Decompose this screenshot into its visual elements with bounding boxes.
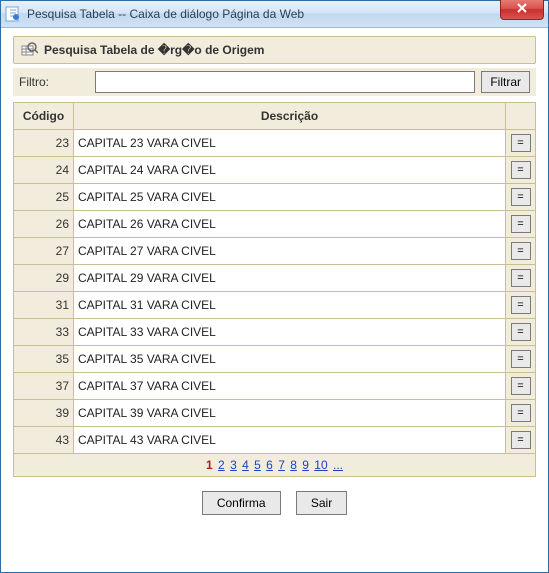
cell-code: 26	[14, 211, 74, 238]
select-row-button[interactable]: =	[511, 134, 531, 152]
cell-action: =	[506, 373, 536, 400]
table-row: 37CAPITAL 37 VARA CIVEL =	[14, 373, 536, 400]
pager-link[interactable]: 2	[218, 458, 225, 472]
select-row-button[interactable]: =	[511, 323, 531, 341]
confirm-button[interactable]: Confirma	[202, 491, 281, 515]
cell-action: =	[506, 130, 536, 157]
select-row-button[interactable]: =	[511, 404, 531, 422]
cell-code: 35	[14, 346, 74, 373]
col-header-desc: Descrição	[74, 103, 506, 130]
pager-link[interactable]: ...	[333, 458, 343, 472]
filter-input[interactable]	[95, 71, 475, 93]
pager-link[interactable]: 9	[302, 458, 309, 472]
filter-button[interactable]: Filtrar	[481, 71, 530, 93]
close-icon	[516, 3, 528, 16]
search-header-title: Pesquisa Tabela de �rg�o de Origem	[44, 43, 264, 57]
filter-row: Filtro: Filtrar	[13, 68, 536, 96]
select-row-button[interactable]: =	[511, 242, 531, 260]
ie-page-icon	[5, 6, 21, 22]
cell-code: 39	[14, 400, 74, 427]
pager-link[interactable]: 6	[266, 458, 273, 472]
table-row: 29CAPITAL 29 VARA CIVEL =	[14, 265, 536, 292]
cell-code: 33	[14, 319, 74, 346]
footer-buttons: Confirma Sair	[13, 491, 536, 515]
cell-action: =	[506, 427, 536, 454]
cell-desc: CAPITAL 24 VARA CIVEL	[74, 157, 506, 184]
select-row-button[interactable]: =	[511, 431, 531, 449]
table-row: 24CAPITAL 24 VARA CIVEL =	[14, 157, 536, 184]
cell-desc: CAPITAL 35 VARA CIVEL	[74, 346, 506, 373]
cell-code: 37	[14, 373, 74, 400]
pager-link[interactable]: 3	[230, 458, 237, 472]
pager-link[interactable]: 5	[254, 458, 261, 472]
cell-code: 24	[14, 157, 74, 184]
table-row: 33CAPITAL 33 VARA CIVEL =	[14, 319, 536, 346]
cell-action: =	[506, 238, 536, 265]
select-row-button[interactable]: =	[511, 269, 531, 287]
pager-link[interactable]: 4	[242, 458, 249, 472]
select-row-button[interactable]: =	[511, 350, 531, 368]
search-table-icon	[20, 41, 38, 59]
table-row: 25CAPITAL 25 VARA CIVEL =	[14, 184, 536, 211]
col-header-action	[506, 103, 536, 130]
cell-code: 27	[14, 238, 74, 265]
results-table: Código Descrição 23CAPITAL 23 VARA CIVEL…	[13, 102, 536, 454]
search-header: Pesquisa Tabela de �rg�o de Origem	[13, 36, 536, 64]
select-row-button[interactable]: =	[511, 296, 531, 314]
window-title: Pesquisa Tabela -- Caixa de diálogo Pági…	[27, 7, 544, 21]
pager: 1 2 3 4 5 6 7 8 9 10 ...	[13, 454, 536, 477]
pager-link[interactable]: 10	[314, 458, 327, 472]
titlebar: Pesquisa Tabela -- Caixa de diálogo Pági…	[1, 1, 548, 28]
cell-desc: CAPITAL 33 VARA CIVEL	[74, 319, 506, 346]
table-row: 39CAPITAL 39 VARA CIVEL =	[14, 400, 536, 427]
cell-action: =	[506, 265, 536, 292]
col-header-code: Código	[14, 103, 74, 130]
dialog-window: Pesquisa Tabela -- Caixa de diálogo Pági…	[0, 0, 549, 573]
table-row: 35CAPITAL 35 VARA CIVEL =	[14, 346, 536, 373]
cell-action: =	[506, 184, 536, 211]
select-row-button[interactable]: =	[511, 215, 531, 233]
cell-action: =	[506, 211, 536, 238]
table-row: 43CAPITAL 43 VARA CIVEL =	[14, 427, 536, 454]
cell-action: =	[506, 346, 536, 373]
cell-code: 43	[14, 427, 74, 454]
cell-desc: CAPITAL 31 VARA CIVEL	[74, 292, 506, 319]
cell-desc: CAPITAL 39 VARA CIVEL	[74, 400, 506, 427]
cell-desc: CAPITAL 27 VARA CIVEL	[74, 238, 506, 265]
table-row: 23CAPITAL 23 VARA CIVEL =	[14, 130, 536, 157]
exit-button[interactable]: Sair	[296, 491, 347, 515]
cell-action: =	[506, 292, 536, 319]
select-row-button[interactable]: =	[511, 377, 531, 395]
cell-code: 23	[14, 130, 74, 157]
cell-desc: CAPITAL 23 VARA CIVEL	[74, 130, 506, 157]
select-row-button[interactable]: =	[511, 188, 531, 206]
select-row-button[interactable]: =	[511, 161, 531, 179]
content-area: Pesquisa Tabela de �rg�o de Origem Filtr…	[1, 28, 548, 523]
cell-action: =	[506, 157, 536, 184]
cell-action: =	[506, 319, 536, 346]
pager-link[interactable]: 7	[278, 458, 285, 472]
pager-current: 1	[206, 458, 213, 472]
cell-code: 25	[14, 184, 74, 211]
cell-code: 29	[14, 265, 74, 292]
cell-code: 31	[14, 292, 74, 319]
table-row: 31CAPITAL 31 VARA CIVEL =	[14, 292, 536, 319]
cell-desc: CAPITAL 26 VARA CIVEL	[74, 211, 506, 238]
cell-action: =	[506, 400, 536, 427]
cell-desc: CAPITAL 29 VARA CIVEL	[74, 265, 506, 292]
table-row: 27CAPITAL 27 VARA CIVEL =	[14, 238, 536, 265]
cell-desc: CAPITAL 37 VARA CIVEL	[74, 373, 506, 400]
close-button[interactable]	[500, 0, 544, 20]
cell-desc: CAPITAL 25 VARA CIVEL	[74, 184, 506, 211]
table-row: 26CAPITAL 26 VARA CIVEL =	[14, 211, 536, 238]
pager-link[interactable]: 8	[290, 458, 297, 472]
cell-desc: CAPITAL 43 VARA CIVEL	[74, 427, 506, 454]
filter-label: Filtro:	[19, 75, 89, 89]
